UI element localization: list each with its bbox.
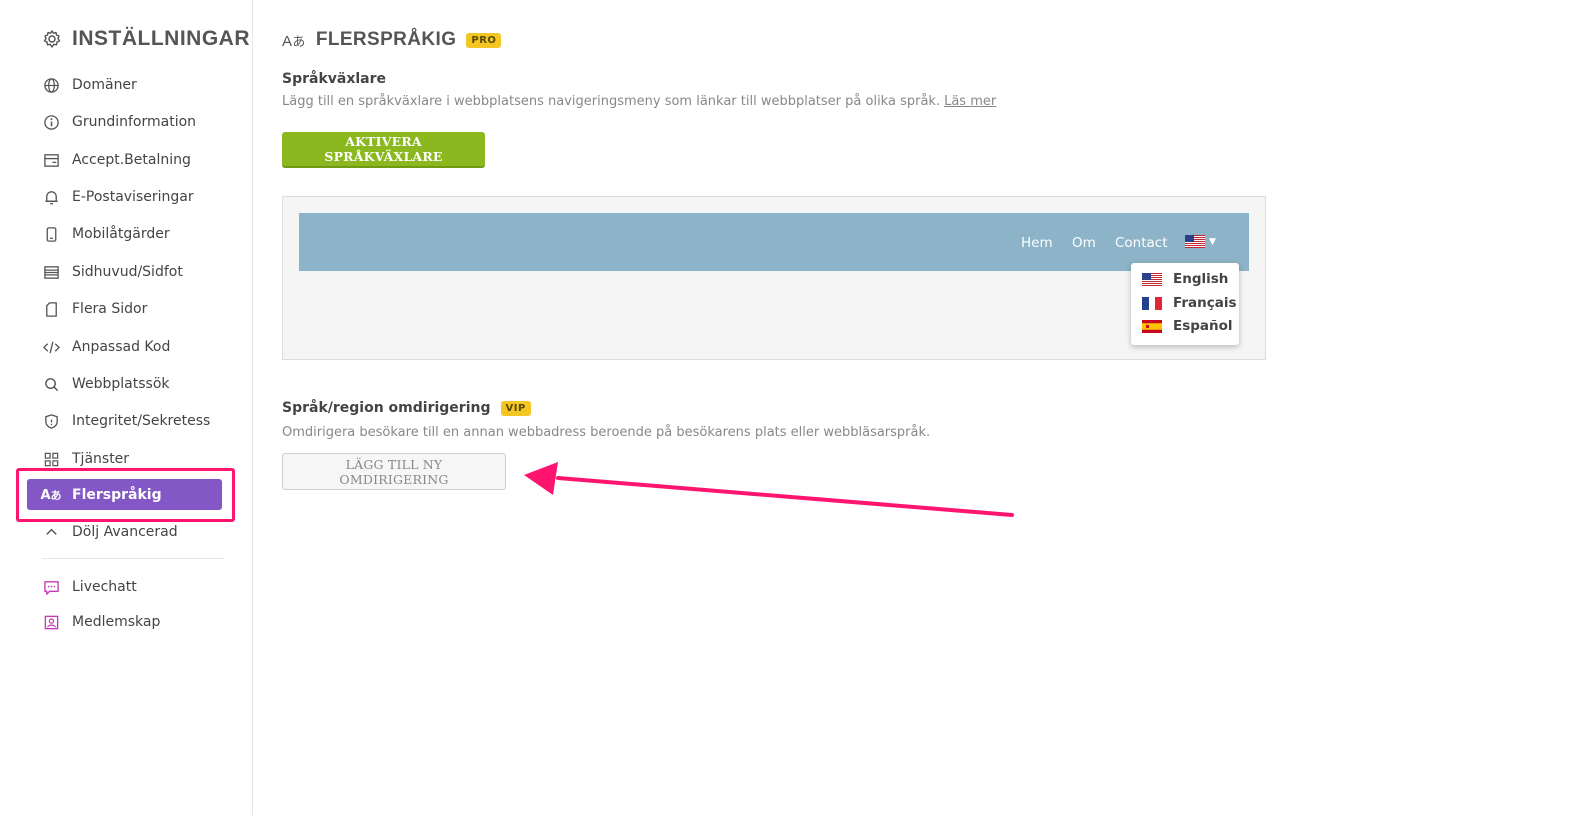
language-option-french: Français: [1142, 295, 1237, 311]
translate-icon: Aあ: [282, 32, 306, 50]
sidebar-item-label: Integritet/Sekretess: [72, 413, 211, 429]
activate-switcher-button[interactable]: AKTIVERA SPRÅKVÄXLARE: [282, 132, 485, 168]
pro-badge: PRO: [466, 32, 502, 48]
sidebar-item-mobile-actions[interactable]: Mobilåtgärder: [42, 223, 170, 245]
switcher-description-text: Lägg till en språkväxlare i webbplatsens…: [282, 94, 941, 109]
vip-badge: VIP: [500, 400, 531, 416]
page-title-text: FLERSPRÅKIG: [315, 29, 457, 50]
sidebar-item-basic-info[interactable]: Grundinformation: [42, 111, 196, 133]
info-icon: [42, 113, 60, 131]
language-option-spanish: Español: [1142, 318, 1233, 334]
settings-title-text: INSTÄLLNINGAR: [72, 27, 250, 50]
sidebar-item-label: Sidhuvud/Sidfot: [72, 264, 183, 280]
bell-icon: [42, 188, 60, 206]
sidebar-item-email-notifications[interactable]: E-Postaviseringar: [42, 186, 194, 208]
settings-title: INSTÄLLNINGAR: [42, 27, 250, 51]
sidebar-item-label: Accept.Betalning: [72, 152, 191, 168]
redirect-description: Omdirigera besökare till en annan webbad…: [282, 425, 931, 440]
sidebar-divider: [42, 558, 224, 559]
sidebar-item-payment[interactable]: Accept.Betalning: [42, 149, 191, 171]
language-option-english: English: [1142, 271, 1228, 287]
redirect-title-text: Språk/region omdirigering: [282, 400, 491, 416]
preview-language-dropdown: English Français Español: [1131, 263, 1239, 345]
payment-card-icon: [42, 151, 60, 169]
sidebar-item-hide-advanced[interactable]: Dölj Avancerad: [42, 521, 178, 543]
chevron-up-icon: [42, 523, 60, 541]
preview-link-contact: Contact: [1115, 235, 1168, 251]
sidebar-item-label: Mobilåtgärder: [72, 226, 170, 242]
read-more-link[interactable]: Läs mer: [944, 94, 996, 109]
preview-link-home: Hem: [1021, 235, 1053, 251]
pages-icon: [42, 300, 60, 318]
sidebar: INSTÄLLNINGAR Domäner Grundinformation A…: [0, 0, 253, 815]
es-flag-icon: [1142, 319, 1162, 333]
switcher-description: Lägg till en språkväxlare i webbplatsens…: [282, 94, 996, 109]
member-icon: [42, 613, 60, 631]
preview-language-toggle: ▼: [1185, 235, 1216, 248]
us-flag-icon: [1185, 235, 1205, 248]
sidebar-item-header-footer[interactable]: Sidhuvud/Sidfot: [42, 261, 183, 283]
sidebar-item-label: Dölj Avancerad: [72, 524, 178, 540]
sidebar-item-services[interactable]: Tjänster: [42, 448, 129, 470]
sidebar-item-privacy[interactable]: Integritet/Sekretess: [42, 410, 210, 432]
sidebar-item-domains[interactable]: Domäner: [42, 74, 137, 96]
sidebar-item-custom-code[interactable]: Anpassad Kod: [42, 336, 170, 358]
header-footer-icon: [42, 263, 60, 281]
sidebar-item-membership[interactable]: Medlemskap: [42, 611, 160, 633]
sidebar-item-label: Medlemskap: [72, 614, 161, 630]
preview-link-about: Om: [1072, 235, 1096, 251]
gear-icon: [42, 29, 62, 49]
sidebar-item-multiple-pages[interactable]: Flera Sidor: [42, 298, 147, 320]
search-icon: [42, 375, 60, 393]
mobile-icon: [42, 225, 60, 243]
caret-down-icon: ▼: [1209, 236, 1216, 247]
sidebar-item-label: E-Postaviseringar: [72, 189, 194, 205]
add-redirect-button[interactable]: LÄGG TILL NY OMDIRIGERING: [282, 453, 506, 490]
page-title: Aあ FLERSPRÅKIG PRO: [282, 29, 502, 51]
globe-icon: [42, 76, 60, 94]
code-icon: [42, 338, 60, 356]
sidebar-item-label: Flerspråkig: [72, 487, 162, 503]
sidebar-item-label: Flera Sidor: [72, 301, 148, 317]
translate-icon: Aあ: [40, 487, 62, 503]
fr-flag-icon: [1142, 296, 1162, 310]
language-label: English: [1173, 271, 1229, 287]
sidebar-item-label: Domäner: [72, 77, 137, 93]
us-flag-icon: [1142, 272, 1162, 286]
sidebar-item-label: Anpassad Kod: [72, 339, 171, 355]
sidebar-item-site-search[interactable]: Webbplatssök: [42, 373, 170, 395]
sidebar-item-label: Webbplatssök: [72, 376, 170, 392]
sidebar-item-multilingual[interactable]: Aあ Flerspråkig: [40, 484, 162, 506]
sidebar-item-label: Livechatt: [72, 579, 137, 595]
language-label: Español: [1173, 318, 1233, 334]
chat-icon: [42, 578, 60, 596]
redirect-title: Språk/region omdirigering VIP: [282, 400, 531, 416]
sidebar-item-label: Grundinformation: [72, 114, 197, 130]
language-label: Français: [1173, 295, 1237, 311]
grid-icon: [42, 450, 60, 468]
switcher-title: Språkväxlare: [282, 71, 387, 87]
shield-icon: [42, 412, 60, 430]
switcher-preview: Hem Om Contact ▼ English Français Españo…: [282, 196, 1266, 360]
sidebar-item-label: Tjänster: [72, 451, 130, 467]
annotation-arrow: [524, 462, 1014, 517]
sidebar-item-livechat[interactable]: Livechatt: [42, 576, 137, 598]
preview-navbar: Hem Om Contact ▼: [299, 213, 1249, 271]
